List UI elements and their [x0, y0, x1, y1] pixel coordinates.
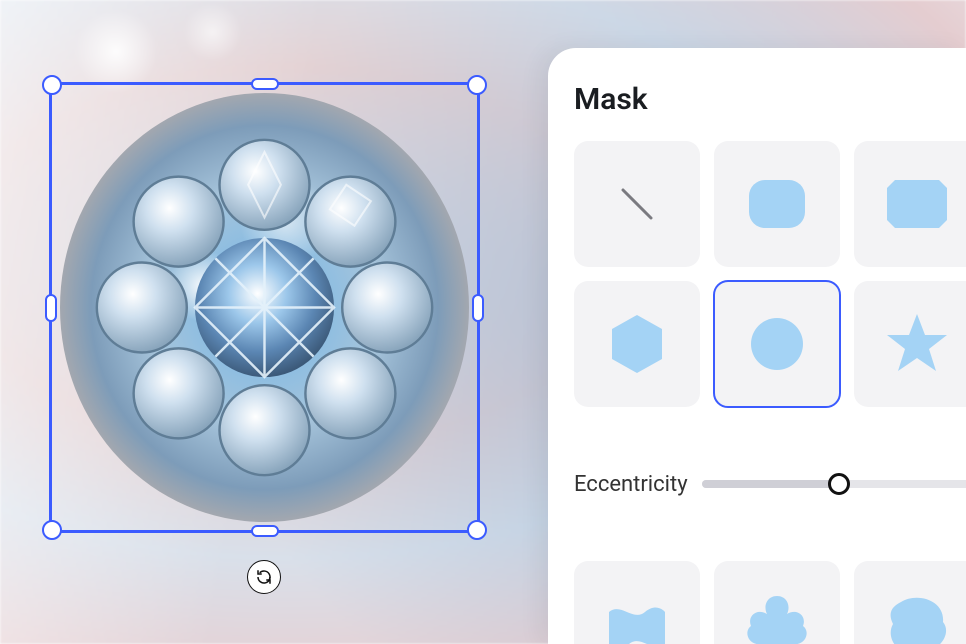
mask-shape-flower[interactable]: [714, 561, 840, 644]
clipped-rect-icon: [877, 164, 957, 244]
wave-icon: [597, 584, 677, 644]
none-icon: [597, 164, 677, 244]
eccentricity-thumb[interactable]: [828, 473, 850, 495]
mask-shape-circle[interactable]: [714, 281, 840, 407]
mask-shape-blob[interactable]: [854, 561, 966, 644]
mask-shape-squircle[interactable]: [714, 141, 840, 267]
mask-panel: Mask: [548, 48, 966, 644]
eccentricity-slider[interactable]: [702, 480, 966, 488]
rotate-handle[interactable]: [247, 560, 281, 594]
resize-handle-tr[interactable]: [467, 75, 487, 95]
mask-shape-wave[interactable]: [574, 561, 700, 644]
diamond-ring-illustration: [60, 93, 469, 522]
eccentricity-row: Eccentricity: [574, 421, 966, 547]
squircle-icon: [737, 164, 817, 244]
mask-shape-clipped-rect[interactable]: [854, 141, 966, 267]
resize-handle-br[interactable]: [467, 520, 487, 540]
selection-frame[interactable]: [52, 85, 477, 530]
resize-handle-bl[interactable]: [42, 520, 62, 540]
mask-shape-star[interactable]: [854, 281, 966, 407]
eccentricity-track-fill: [702, 480, 839, 488]
resize-handle-left[interactable]: [45, 294, 57, 322]
panel-title: Mask: [574, 82, 946, 117]
resize-handle-top[interactable]: [251, 78, 279, 90]
masked-image-preview: [60, 93, 469, 522]
mask-shape-hexagon[interactable]: [574, 281, 700, 407]
blob-icon: [877, 584, 957, 644]
rotate-icon: [255, 568, 273, 586]
shape-grid: Eccentricity: [574, 141, 946, 644]
flower-icon: [737, 584, 817, 644]
resize-handle-bottom[interactable]: [251, 525, 279, 537]
resize-handle-right[interactable]: [472, 294, 484, 322]
hexagon-icon: [597, 304, 677, 384]
mask-shape-none[interactable]: [574, 141, 700, 267]
circle-icon: [737, 304, 817, 384]
resize-handle-tl[interactable]: [42, 75, 62, 95]
star-icon: [877, 304, 957, 384]
eccentricity-label: Eccentricity: [574, 472, 688, 497]
